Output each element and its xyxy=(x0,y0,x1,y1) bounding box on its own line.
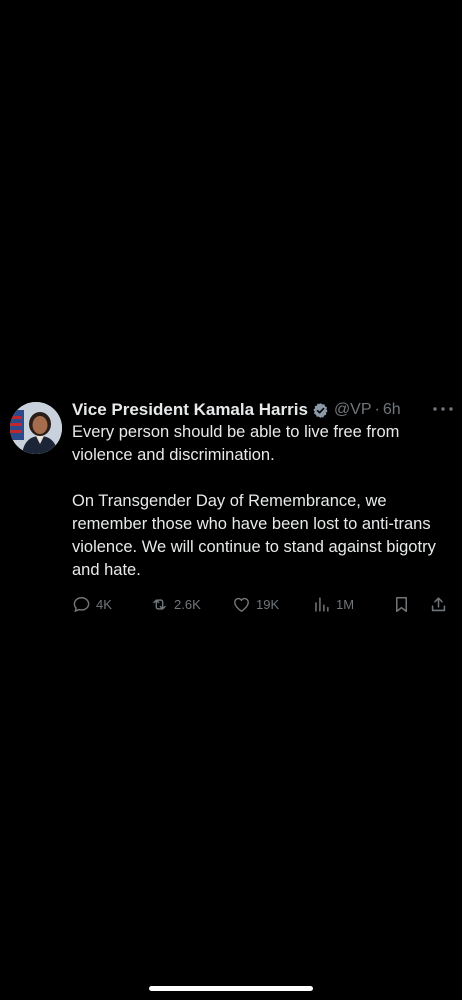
display-name[interactable]: Vice President Kamala Harris xyxy=(72,400,308,420)
retweet-button[interactable]: 2.6K xyxy=(150,595,201,614)
tweet-paragraph: Every person should be able to live free… xyxy=(72,423,400,464)
reply-count: 4K xyxy=(96,597,112,612)
like-button[interactable]: 19K xyxy=(232,595,279,614)
home-indicator[interactable] xyxy=(149,986,313,991)
like-count: 19K xyxy=(256,597,280,612)
verified-badge-icon xyxy=(313,402,328,418)
like-icon xyxy=(234,597,249,612)
views-icon xyxy=(315,597,329,612)
avatar[interactable] xyxy=(10,402,62,454)
user-handle[interactable]: @VP xyxy=(334,401,372,419)
views-button[interactable]: 1M xyxy=(312,595,354,614)
timestamp[interactable]: 6h xyxy=(383,401,401,419)
tweet-actions: 4K 2.6K 19K 1M xyxy=(72,595,454,619)
share-button[interactable] xyxy=(429,595,448,614)
retweet-icon xyxy=(153,599,166,610)
more-icon[interactable] xyxy=(432,402,454,416)
bookmark-icon xyxy=(395,597,408,612)
reply-icon xyxy=(73,597,90,612)
tweet-content: Vice President Kamala Harris @VP · 6h Ev… xyxy=(72,398,454,619)
tweet-text: Every person should be able to live free… xyxy=(72,421,454,582)
reply-button[interactable]: 4K xyxy=(72,595,112,614)
tweet-header: Vice President Kamala Harris @VP · 6h xyxy=(72,398,454,422)
view-count: 1M xyxy=(336,597,355,612)
separator-dot: · xyxy=(374,401,380,418)
bookmark-button[interactable] xyxy=(392,595,411,614)
retweet-count: 2.6K xyxy=(174,597,201,612)
tweet-paragraph: On Transgender Day of Remembrance, we re… xyxy=(72,492,436,579)
share-icon xyxy=(431,597,446,612)
avatar-image xyxy=(10,402,62,454)
